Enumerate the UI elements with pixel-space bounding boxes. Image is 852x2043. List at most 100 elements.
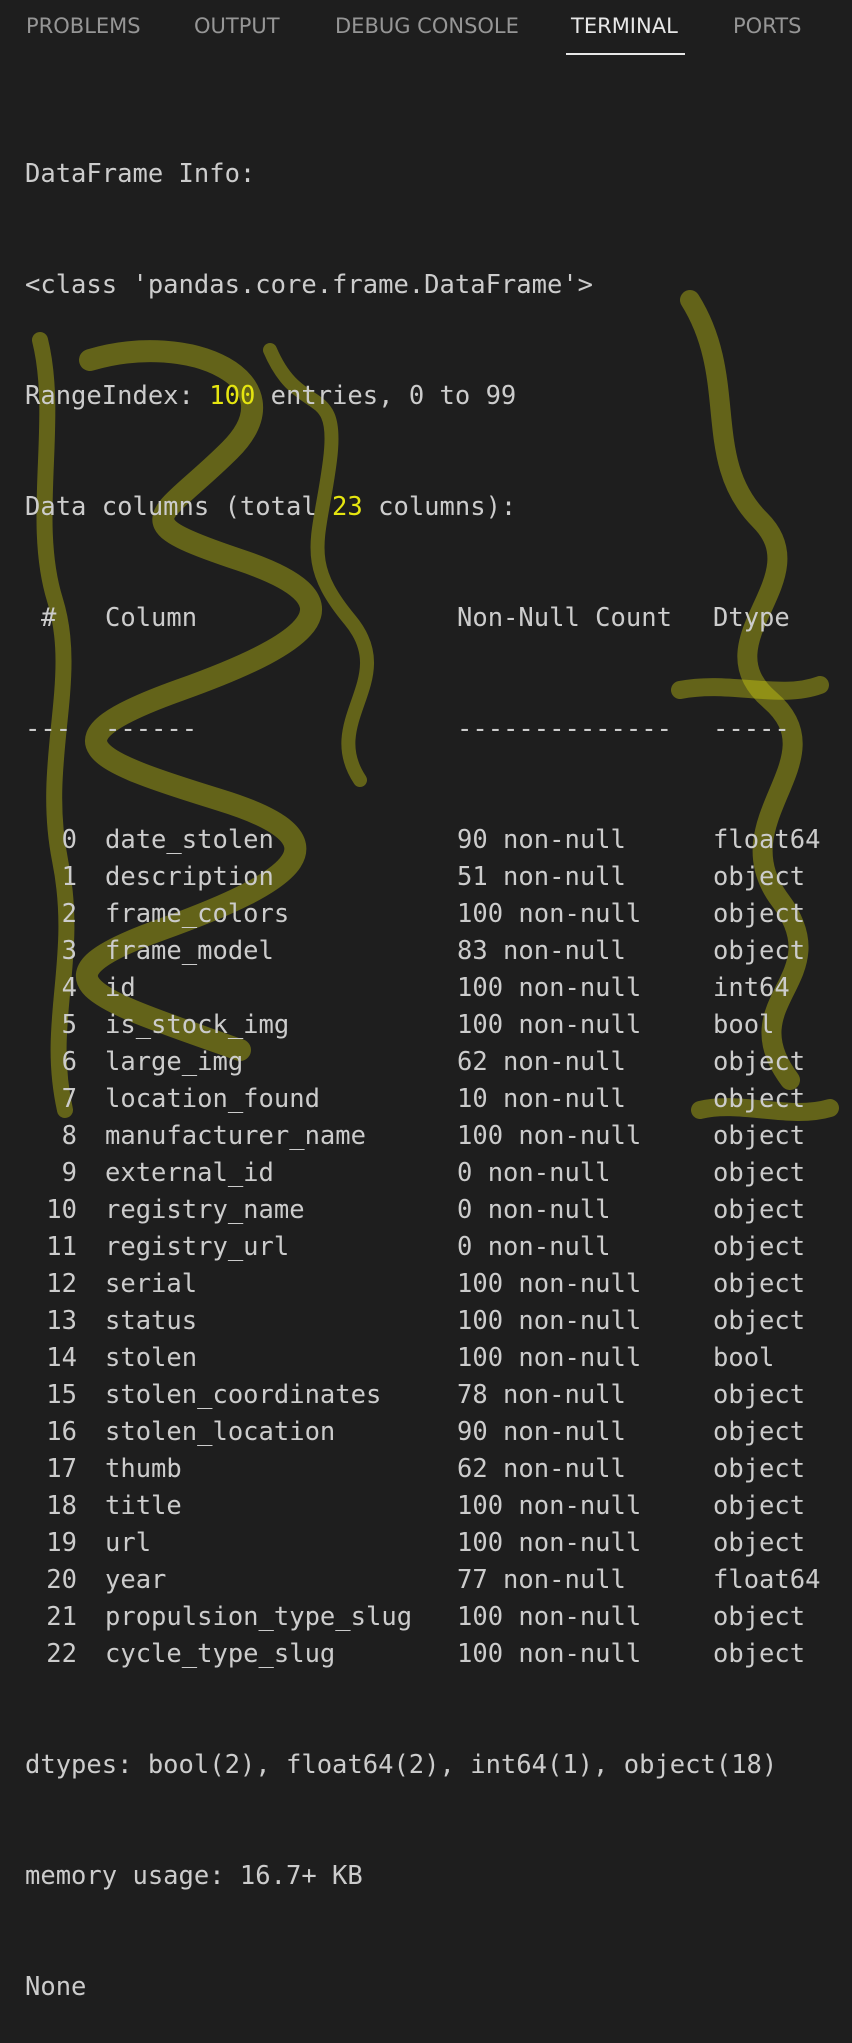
row-dtype: object [713, 862, 806, 892]
dtypes-line: dtypes: bool(2), float64(2), int64(1), o… [25, 1750, 778, 1780]
row-index: 2 [61, 899, 77, 929]
row-index: 17 [46, 1454, 77, 1484]
table-row: 5 is_stock_img 100 non-null bool [25, 1007, 845, 1044]
table-row: 16 stolen_location 90 non-null object [25, 1414, 845, 1451]
separator-dtype: ----- [713, 714, 790, 744]
row-column-name: external_id [105, 1158, 274, 1188]
row-column-name: description [105, 862, 274, 892]
row-index: 11 [46, 1232, 77, 1262]
tab-ports[interactable]: PORTS [733, 14, 801, 48]
row-non-null-count: 90 non-null [457, 1417, 626, 1447]
header-index: # [41, 603, 57, 633]
memory-line: memory usage: 16.7+ KB [25, 1861, 363, 1891]
row-dtype: bool [713, 1010, 775, 1040]
row-non-null-count: 100 non-null [457, 1269, 642, 1299]
row-dtype: object [713, 1047, 806, 1077]
row-column-name: url [105, 1528, 152, 1558]
row-index: 12 [46, 1269, 77, 1299]
table-row: 14 stolen 100 non-null bool [25, 1340, 845, 1377]
table-row: 8 manufacturer_name 100 non-null object [25, 1118, 845, 1155]
row-dtype: float64 [713, 1565, 821, 1595]
table-separator: --- ------ -------------- ----- [25, 711, 845, 748]
row-dtype: object [713, 1528, 806, 1558]
row-column-name: id [105, 973, 136, 1003]
tab-debug-console[interactable]: DEBUG CONSOLE [335, 14, 519, 48]
terminal-line: <class 'pandas.core.frame.DataFrame'> [25, 270, 594, 300]
row-index: 1 [61, 862, 77, 892]
row-index: 18 [46, 1491, 77, 1521]
row-column-name: is_stock_img [105, 1010, 290, 1040]
tab-problems[interactable]: PROBLEMS [26, 14, 141, 48]
row-non-null-count: 77 non-null [457, 1565, 626, 1595]
separator-count: -------------- [457, 714, 672, 744]
header-dtype: Dtype [713, 603, 790, 633]
row-index: 8 [61, 1121, 77, 1151]
table-row: 6 large_img 62 non-null object [25, 1044, 845, 1081]
terminal-output[interactable]: DataFrame Info: <class 'pandas.core.fram… [25, 82, 845, 2043]
row-column-name: stolen [105, 1343, 198, 1373]
row-index: 4 [61, 973, 77, 1003]
tab-output[interactable]: OUTPUT [194, 14, 280, 48]
row-non-null-count: 62 non-null [457, 1454, 626, 1484]
row-index: 14 [46, 1343, 77, 1373]
row-column-name: large_img [105, 1047, 244, 1077]
row-index: 15 [46, 1380, 77, 1410]
row-column-name: propulsion_type_slug [105, 1602, 413, 1632]
row-non-null-count: 0 non-null [457, 1195, 611, 1225]
row-non-null-count: 62 non-null [457, 1047, 626, 1077]
row-non-null-count: 100 non-null [457, 1306, 642, 1336]
row-index: 19 [46, 1528, 77, 1558]
range-prefix: RangeIndex: [25, 381, 210, 411]
row-non-null-count: 51 non-null [457, 862, 626, 892]
row-dtype: object [713, 1602, 806, 1632]
row-column-name: year [105, 1565, 167, 1595]
row-index: 22 [46, 1639, 77, 1669]
header-count: Non-Null Count [457, 603, 672, 633]
cols-suffix: columns): [362, 492, 517, 522]
row-index: 6 [61, 1047, 77, 1077]
row-dtype: object [713, 1454, 806, 1484]
row-column-name: title [105, 1491, 182, 1521]
table-header: # Column Non-Null Count Dtype [25, 600, 845, 637]
table-row: 12 serial 100 non-null object [25, 1266, 845, 1303]
row-column-name: thumb [105, 1454, 182, 1484]
table-row: 9 external_id 0 non-null object [25, 1155, 845, 1192]
row-index: 9 [61, 1158, 77, 1188]
table-row: 11 registry_url 0 non-null object [25, 1229, 845, 1266]
row-index: 13 [46, 1306, 77, 1336]
row-column-name: serial [105, 1269, 198, 1299]
row-non-null-count: 100 non-null [457, 1528, 642, 1558]
row-dtype: object [713, 1269, 806, 1299]
row-dtype: object [713, 1491, 806, 1521]
table-row: 19 url 100 non-null object [25, 1525, 845, 1562]
row-dtype: object [713, 1417, 806, 1447]
range-entries: 100 [209, 381, 256, 411]
table-row: 18 title 100 non-null object [25, 1488, 845, 1525]
cols-prefix: Data columns (total [25, 492, 333, 522]
separator-column: ------ [105, 714, 198, 744]
row-non-null-count: 100 non-null [457, 1121, 642, 1151]
row-dtype: object [713, 1158, 806, 1188]
row-dtype: object [713, 1639, 806, 1669]
row-column-name: cycle_type_slug [105, 1639, 336, 1669]
row-dtype: int64 [713, 973, 790, 1003]
row-index: 3 [61, 936, 77, 966]
table-row: 2 frame_colors 100 non-null object [25, 896, 845, 933]
row-column-name: status [105, 1306, 198, 1336]
row-dtype: bool [713, 1343, 775, 1373]
tab-terminal[interactable]: TERMINAL [571, 14, 678, 48]
row-dtype: object [713, 1121, 806, 1151]
row-column-name: registry_name [105, 1195, 305, 1225]
table-row: 21 propulsion_type_slug 100 non-null object [25, 1599, 845, 1636]
cols-total: 23 [332, 492, 363, 522]
row-non-null-count: 0 non-null [457, 1232, 611, 1262]
row-index: 7 [61, 1084, 77, 1114]
row-index: 5 [61, 1010, 77, 1040]
row-column-name: frame_colors [105, 899, 290, 929]
row-non-null-count: 90 non-null [457, 825, 626, 855]
range-index-line: RangeIndex: 100 entries, 0 to 99 [25, 378, 845, 415]
table-row: 10 registry_name 0 non-null object [25, 1192, 845, 1229]
row-index: 0 [61, 825, 77, 855]
row-non-null-count: 100 non-null [457, 1639, 642, 1669]
row-non-null-count: 78 non-null [457, 1380, 626, 1410]
